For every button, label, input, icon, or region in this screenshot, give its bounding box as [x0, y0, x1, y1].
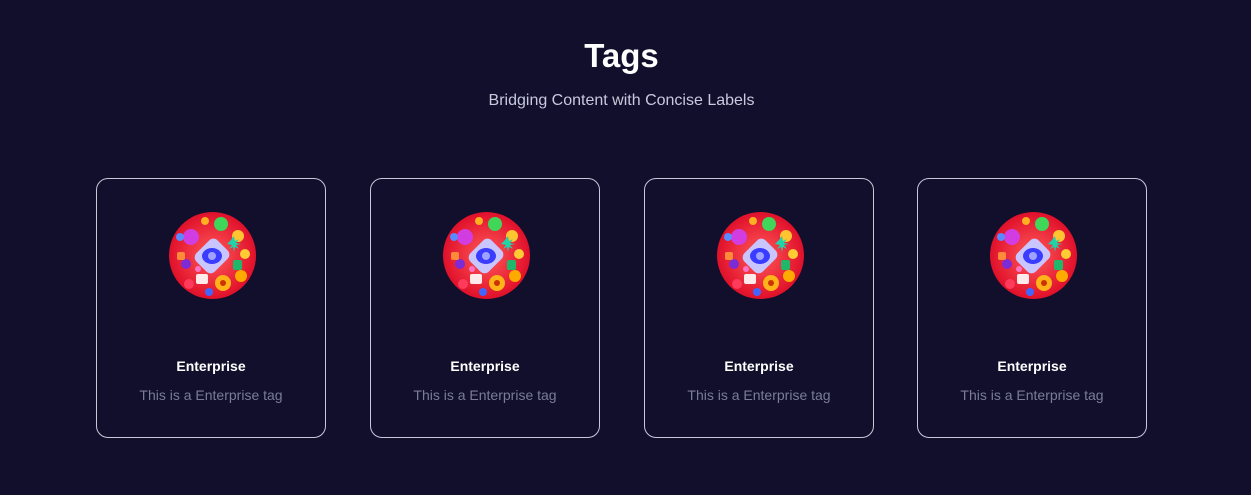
tag-name: Enterprise [176, 358, 246, 374]
tag-name: Enterprise [724, 358, 794, 374]
tag-avatar-icon [169, 212, 256, 299]
tag-card[interactable]: Enterprise This is a Enterprise tag [644, 178, 874, 438]
page-title: Tags [584, 37, 659, 74]
tag-card-list: Enterprise This is a Enterprise tag Ente… [96, 178, 1151, 440]
page-subtitle: Bridging Content with Concise Labels [488, 92, 755, 109]
tag-description: This is a Enterprise tag [413, 387, 557, 403]
tag-description: This is a Enterprise tag [687, 387, 831, 403]
tag-description: This is a Enterprise tag [960, 387, 1104, 403]
tag-avatar-icon [990, 212, 1077, 299]
tag-avatar-icon [443, 212, 530, 299]
tag-description: This is a Enterprise tag [139, 387, 283, 403]
tags-section: Tags Bridging Content with Concise Label… [0, 0, 1251, 495]
tag-avatar-icon [717, 212, 804, 299]
tag-name: Enterprise [997, 358, 1067, 374]
tag-card[interactable]: Enterprise This is a Enterprise tag [96, 178, 326, 438]
tag-card[interactable]: Enterprise This is a Enterprise tag [917, 178, 1147, 438]
tag-card[interactable]: Enterprise This is a Enterprise tag [370, 178, 600, 438]
tag-name: Enterprise [450, 358, 520, 374]
